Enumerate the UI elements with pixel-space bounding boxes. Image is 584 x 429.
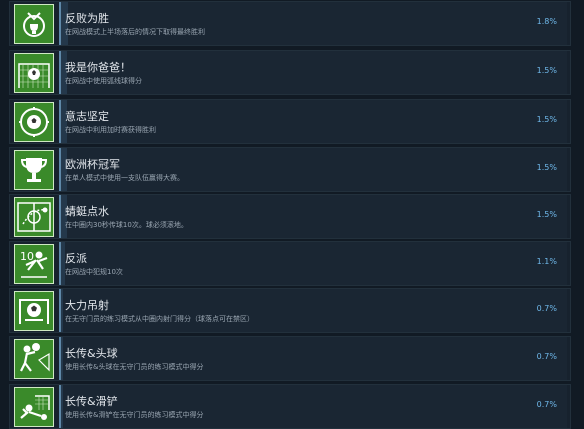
unlock-percentage: 1.8% — [536, 17, 557, 26]
achievement-row[interactable]: 大力吊射在无守门员的练习模式从中圈内射门得分（球落点可在禁区） 0.7% — [9, 288, 571, 333]
accent-edge — [59, 148, 61, 191]
pitch-pass-icon — [14, 197, 54, 237]
achievement-title: 反派 — [65, 252, 87, 265]
cup-trophy-icon — [14, 150, 54, 190]
achievement-row[interactable]: 欧洲杯冠军在单人模式中使用一支队伍赢得大赛。 1.5% — [9, 147, 571, 192]
achievement-description: 在网战中利用加时赛获得胜利 — [65, 126, 156, 134]
achievement-row[interactable]: 10 反派在网战中犯规10次 1.1% — [9, 241, 571, 286]
unlock-percentage: 1.5% — [536, 210, 557, 219]
unlock-percentage: 1.1% — [536, 257, 557, 266]
achievement-title: 意志坚定 — [65, 110, 109, 123]
achievement-row[interactable]: 意志坚定在网战中利用加时赛获得胜利 1.5% — [9, 99, 571, 144]
unlock-percentage: 0.7% — [536, 352, 557, 361]
unlock-percentage: 0.7% — [536, 400, 557, 409]
trophy-medal-icon — [14, 4, 54, 44]
unlock-percentage: 1.5% — [536, 115, 557, 124]
unlock-percentage: 0.7% — [536, 304, 557, 313]
slide-tackle-icon — [14, 387, 54, 427]
achievement-description: 在网战中犯规10次 — [65, 268, 123, 276]
achievement-row[interactable]: 反败为胜在网战模式上半场落后的情况下取得最终胜利 1.8% — [9, 1, 571, 46]
progress-bar — [59, 100, 567, 143]
progress-bar — [59, 289, 567, 332]
achievement-description: 在网战模式上半场落后的情况下取得最终胜利 — [65, 28, 205, 36]
unlock-percentage: 1.5% — [536, 163, 557, 172]
achievement-row[interactable]: 我是你爸爸！ 在网战中使用弧线球得分 1.5% — [9, 50, 571, 95]
achievement-description: 在无守门员的练习模式从中圈内射门得分（球落点可在禁区） — [65, 315, 254, 323]
accent-edge — [59, 100, 61, 143]
achievement-description: 在单人模式中使用一支队伍赢得大赛。 — [65, 174, 184, 182]
achievement-row[interactable]: 蜻蜓点水在中圈内30秒传球10次。球必须滚地。 1.5% — [9, 194, 571, 239]
accent-edge — [59, 2, 61, 45]
ball-goal-net-icon — [14, 53, 54, 93]
accent-edge — [59, 385, 61, 428]
achievement-title: 我是你爸爸！ — [65, 61, 131, 74]
progress-bar — [59, 2, 567, 45]
achievement-description: 使用长传&滑铲在无守门员的练习模式中得分 — [65, 411, 204, 419]
achievement-row[interactable]: 长传&滑铲使用长传&滑铲在无守门员的练习模式中得分 0.7% — [9, 384, 571, 429]
player-foul-icon: 10 — [14, 244, 54, 284]
achievement-row[interactable]: 长传&头球使用长传&头球在无守门员的练习模式中得分 0.7% — [9, 336, 571, 381]
svg-text:10: 10 — [20, 250, 34, 263]
achievement-description: 在中圈内30秒传球10次。球必须滚地。 — [65, 221, 188, 229]
progress-bar — [59, 242, 567, 285]
progress-bar — [59, 148, 567, 191]
achievement-title: 长传&头球 — [65, 347, 118, 360]
achievement-title: 大力吊射 — [65, 299, 109, 312]
achievement-description: 使用长传&头球在无守门员的练习模式中得分 — [65, 363, 204, 371]
achievement-title: 蜻蜓点水 — [65, 205, 109, 218]
achievement-description: 在网战中使用弧线球得分 — [65, 77, 142, 85]
accent-edge — [59, 289, 61, 332]
accent-edge — [59, 337, 61, 380]
achievement-title: 欧洲杯冠军 — [65, 158, 120, 171]
unlock-percentage: 1.5% — [536, 66, 557, 75]
accent-edge — [59, 51, 61, 94]
header-player-icon — [14, 339, 54, 379]
accent-edge — [59, 242, 61, 285]
ball-goal-icon — [14, 291, 54, 331]
achievement-title: 反败为胜 — [65, 12, 109, 25]
ball-clock-icon — [14, 102, 54, 142]
achievement-list: 反败为胜在网战模式上半场落后的情况下取得最终胜利 1.8% 我是你爸爸！ 在网战中使用… — [0, 0, 584, 429]
accent-edge — [59, 195, 61, 238]
achievement-title: 长传&滑铲 — [65, 395, 118, 408]
progress-bar — [59, 51, 567, 94]
progress-bar — [59, 195, 567, 238]
progress-bar — [59, 337, 567, 380]
progress-bar — [59, 385, 567, 428]
